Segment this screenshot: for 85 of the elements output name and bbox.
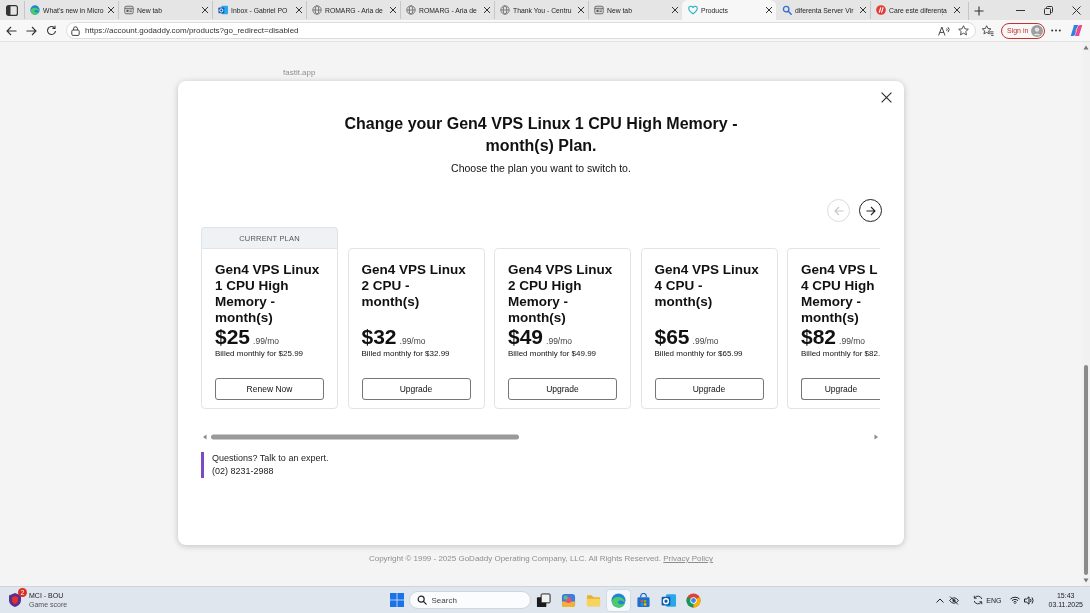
sync-icon[interactable] [973, 595, 984, 605]
taskbar-search-field[interactable]: Search [408, 591, 531, 609]
plan-price: $25 [215, 326, 251, 348]
price-suffix: .99/mo [839, 336, 866, 346]
close-icon[interactable] [577, 6, 585, 14]
avatar-icon [1031, 24, 1044, 37]
plan-name: Gen4 VPS Linux 2 CPU - month(s) [361, 262, 467, 311]
close-icon[interactable] [859, 6, 867, 14]
chevron-up-icon[interactable] [936, 597, 945, 603]
right-arrow-icon[interactable] [865, 205, 876, 216]
mail-app-icon [218, 5, 228, 15]
sidebar-toggle-icon[interactable] [6, 4, 18, 16]
plus-icon[interactable] [974, 6, 984, 16]
speaker-icon[interactable] [1024, 595, 1035, 605]
billing-text: Billed monthly for $25.99 [215, 349, 304, 359]
price-suffix: .99/mo [399, 336, 426, 346]
billing-text: Billed monthly for $32.99 [361, 349, 450, 359]
mail-app-icon[interactable] [660, 592, 676, 608]
close-icon[interactable] [765, 6, 773, 14]
plan-name: Gen4 VPS Linux 4 CPU - month(s) [654, 262, 760, 311]
swirl-icon [30, 5, 40, 15]
restore-icon[interactable] [1043, 5, 1053, 15]
start-windows-icon[interactable] [389, 593, 404, 607]
upgrade-button[interactable]: Upgrade [361, 378, 471, 400]
close-icon[interactable] [671, 6, 679, 14]
plan-name: Gen4 VPS Linux 2 CPU High Memory - month(s) [508, 262, 614, 326]
swirl-icon[interactable] [610, 592, 626, 608]
price-suffix: .99/mo [692, 336, 719, 346]
next-button[interactable] [859, 199, 882, 222]
circle-logo-icon[interactable] [685, 592, 701, 608]
dialog-subtitle: Choose the plan you want to switch to. [451, 161, 631, 175]
slash-circle-icon [876, 5, 886, 15]
plan-price: $49 [508, 326, 544, 348]
close-icon[interactable] [107, 6, 115, 14]
close-icon[interactable] [389, 6, 397, 14]
read-aloud-icon[interactable] [938, 25, 950, 36]
phone-number: (02) 8231-2988 [212, 465, 275, 478]
refresh-icon[interactable] [45, 25, 57, 36]
close-icon[interactable] [295, 6, 303, 14]
copyright-text: Copyright © 1999 - 2025 GoDaddy Operating Company, LLC. All Rights Reserved. Privacy Policy [368, 554, 714, 564]
billing-text: Billed monthly for $65.99 [654, 349, 743, 359]
price-suffix: .99/mo [546, 336, 573, 346]
forward-arrow-icon[interactable] [25, 25, 37, 36]
horizontal-scrollbar[interactable] [201, 433, 880, 441]
star-icon[interactable] [958, 25, 969, 36]
globe-icon [500, 5, 510, 15]
page-icon [124, 5, 134, 15]
wifi-icon[interactable] [1010, 596, 1021, 604]
more-icon[interactable] [1051, 29, 1062, 32]
slanted-bars-logo-icon[interactable] [1069, 24, 1083, 37]
dialog-title: Change your Gen4 VPS Linux 1 CPU High Memory - month(s) Plan. [343, 114, 739, 156]
close-icon[interactable] [483, 6, 491, 14]
plan-price: $82 [801, 326, 837, 348]
close-icon[interactable] [1071, 5, 1081, 15]
plan-price: $32 [361, 326, 397, 348]
background-page-text: fastit.app [283, 68, 316, 78]
globe-icon [312, 5, 322, 15]
search-icon [416, 595, 427, 605]
favorites-icon[interactable] [982, 25, 994, 36]
contact-question: Questions? Talk to an expert. [212, 452, 329, 465]
address-bar[interactable]: https://account.godaddy.com/products?go_redirect=disabled [66, 22, 976, 39]
lock-icon[interactable] [71, 25, 80, 36]
globe-icon [406, 5, 416, 15]
upgrade-button[interactable]: Upgrade [508, 378, 617, 400]
eye-off-icon[interactable] [949, 595, 960, 605]
shopping-bag-icon[interactable] [635, 592, 651, 608]
upgrade-button[interactable]: Upgrade [654, 378, 764, 400]
renew-button[interactable]: Renew Now [215, 378, 324, 400]
shield-icon [7, 592, 23, 608]
price-suffix: .99/mo [253, 336, 280, 346]
billing-text: Billed monthly for $82. [801, 349, 881, 359]
app-icon[interactable] [560, 592, 576, 608]
close-icon[interactable] [201, 6, 209, 14]
close-icon[interactable] [953, 6, 961, 14]
plan-name: Gen4 VPS Linux 1 CPU High Memory - month(s) [215, 262, 321, 326]
task-view-icon[interactable] [535, 592, 551, 608]
upgrade-button[interactable]: Upgrade [801, 378, 880, 400]
back-arrow-icon[interactable] [5, 25, 17, 36]
billing-text: Billed monthly for $49.99 [508, 349, 597, 359]
plan-price: $65 [654, 326, 690, 348]
search-icon [782, 5, 792, 15]
page-icon [594, 5, 604, 15]
close-icon[interactable] [881, 92, 892, 103]
plan-name: Gen4 VPS L 4 CPU High Memory - month(s) [801, 262, 879, 326]
heart-icon [688, 5, 698, 15]
